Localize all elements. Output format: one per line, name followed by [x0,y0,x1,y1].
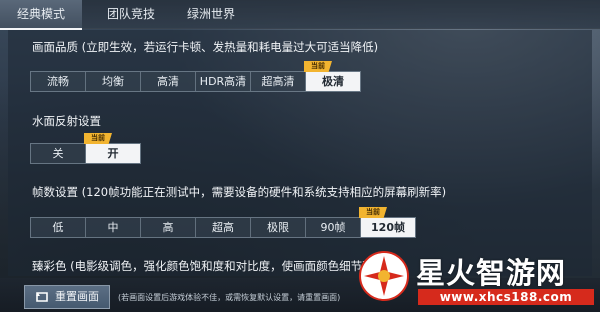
current-badge: 当前 [359,207,387,218]
reset-graphics-label: 重置画面 [55,290,99,303]
fps-option-90[interactable]: 90帧 [306,218,361,237]
fps-option-medium[interactable]: 中 [86,218,141,237]
watermark-url: www.xhcs188.com [418,289,594,305]
fps-title: 帧数设置 (120帧功能正在测试中，需要设备的硬件和系统支持相应的屏幕刷新率) [32,185,447,199]
tab-team-battle[interactable]: 团队竞技 [96,0,166,28]
tab-oasis-world[interactable]: 绿洲世界 [176,0,246,28]
current-badge: 当前 [304,61,332,72]
fps-option-low[interactable]: 低 [31,218,86,237]
fps-option-max[interactable]: 极限 [251,218,306,237]
tab-classic-mode[interactable]: 经典模式 [0,0,82,30]
quality-option-smooth[interactable]: 流畅 [31,72,86,91]
quality-option-balanced[interactable]: 均衡 [86,72,141,91]
fps-selector: 低 中 高 超高 极限 90帧 当前 120帧 [30,207,416,238]
fps-option-ultra[interactable]: 超高 [196,218,251,237]
quality-option-extreme[interactable]: 当前 极清 [304,61,360,91]
reset-icon [36,292,48,302]
water-option-off[interactable]: 关 [31,144,86,163]
water-title: 水面反射设置 [32,114,101,128]
watermark-title: 星火智游网 [416,256,567,290]
reset-hint: (若画面设置后游戏体验不佳，或需恢复默认设置，请重置画面) [118,293,341,302]
fps-option-120[interactable]: 当前 120帧 [359,207,415,237]
tab-bar: 经典模式 团队竞技 绿洲世界 [0,0,600,30]
quality-title: 画面品质 (立即生效，若运行卡顿、发热量和耗电量过大可适当降低) [32,40,379,54]
fps-option-high[interactable]: 高 [141,218,196,237]
watermark: 星火智游网 www.xhcs188.com [352,246,600,312]
water-selector: 关 当前 开 [30,133,141,164]
quality-option-ultra-hd[interactable]: 超高清 [251,72,306,91]
fps-option-120-label: 120帧 [371,221,405,234]
quality-option-hd[interactable]: 高清 [141,72,196,91]
reset-graphics-button[interactable]: 重置画面 [24,285,110,309]
current-badge: 当前 [84,133,112,144]
quality-option-extreme-label: 极清 [322,75,344,88]
water-option-on[interactable]: 当前 开 [84,133,140,163]
color-title: 臻彩色 (电影级调色，强化颜色饱和度和对比度，使画面颜色细节更丰富) [32,259,402,273]
water-option-on-label: 开 [107,147,119,160]
watermark-logo-icon [359,251,409,301]
quality-option-hdr[interactable]: HDR高清 [196,72,251,91]
quality-selector: 流畅 均衡 高清 HDR高清 超高清 当前 极清 [30,61,361,92]
